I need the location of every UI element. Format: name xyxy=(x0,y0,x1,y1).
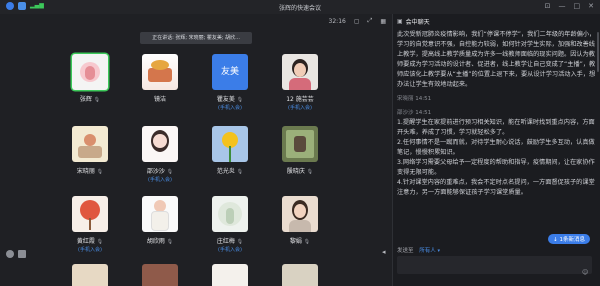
avatar xyxy=(282,196,318,232)
participant-name: 庄红梅 🎙 xyxy=(216,238,244,245)
collapse-panel-icon[interactable]: ◂ xyxy=(382,248,392,258)
join-method: (手机入会) xyxy=(148,177,172,183)
send-to-label: 发送至 xyxy=(397,248,414,254)
chat-messages: 此次受新冠肺炎疫情影响，我们“停课不停学”，我们二年级的年龄偏小，学习的自觉意识… xyxy=(397,30,596,252)
mic-icon: 🎙 xyxy=(96,239,104,245)
participant-tile[interactable]: 庄红梅 🎙 (手机入会) xyxy=(210,196,250,253)
participant-tile[interactable] xyxy=(210,264,250,286)
avatar xyxy=(72,264,108,286)
mic-icon: 🎙 xyxy=(306,169,314,175)
settings-icon[interactable] xyxy=(6,250,14,258)
meeting-toolbar: 32:16 ▢ ⤢ ▦ xyxy=(0,14,392,28)
participant-name: 殷晓庆 🎙 xyxy=(286,168,314,175)
chat-title: 会中聊天 xyxy=(405,18,430,26)
avatar: 友美 xyxy=(212,54,248,90)
fullscreen-icon[interactable]: ⤢ xyxy=(368,17,373,25)
maximize-icon[interactable]: □ xyxy=(574,2,581,10)
avatar xyxy=(282,264,318,286)
participant-tile[interactable]: 张辉 🎙 xyxy=(70,54,110,103)
new-message-badge[interactable]: ↓ 1条新消息 xyxy=(548,234,590,244)
join-method: (手机入会) xyxy=(218,105,242,111)
avatar xyxy=(142,126,178,162)
title-bar: ▂▄▆ 张辉的快速会议 ⊡ — □ ✕ xyxy=(0,0,600,14)
avatar xyxy=(72,196,108,232)
participant-name: 镜洁 xyxy=(153,96,166,103)
mic-icon: 🎙 xyxy=(236,97,244,103)
avatar xyxy=(72,126,108,162)
bottom-left-controls xyxy=(6,250,26,258)
participant-name: 黎娟 🎙 xyxy=(289,238,311,245)
send-to: 发送至 所有人 ▾ xyxy=(397,246,440,254)
participant-name: 宋晓丽 🎙 xyxy=(76,168,104,175)
mic-icon: 🎙 xyxy=(96,169,104,175)
window-controls: ⊡ — □ ✕ xyxy=(545,2,594,10)
participant-tile[interactable]: 黎娟 🎙 xyxy=(280,196,320,245)
message-meta: 邵沙沙 14:51 xyxy=(397,110,432,116)
avatar xyxy=(142,196,178,232)
participant-name: 12 施芸芸 xyxy=(286,96,314,103)
chat-message: 邵沙沙 14:51 1.提醒学生在家提前进行预习相关知识，能在听课时找到重点内容… xyxy=(397,108,596,198)
close-icon[interactable]: ✕ xyxy=(588,2,594,10)
chat-message: 宋晓丽 14:51 xyxy=(397,94,596,104)
participant-tile[interactable]: 友美 瞿友美 🎙 (手机入会) xyxy=(210,54,250,111)
chat-scrollbar[interactable] xyxy=(597,32,599,72)
speaking-indicator: 正在讲话: 张辉; 宋晓丽; 瞿友美; 胡欣... xyxy=(140,32,252,44)
avatar xyxy=(142,264,178,286)
keyboard-icon[interactable] xyxy=(18,250,26,258)
chat-header: ▣ 会中聊天 xyxy=(393,14,600,28)
meeting-timer: 32:16 xyxy=(328,17,346,25)
message-meta: 宋晓丽 14:51 xyxy=(397,96,432,102)
participant-tile[interactable]: 宋晓丽 🎙 xyxy=(70,126,110,175)
participant-name: 胡欣雨 🎙 xyxy=(146,238,174,245)
participant-tile[interactable]: 胡欣雨 🎙 xyxy=(140,196,180,245)
join-method: (手机入会) xyxy=(288,105,312,111)
mic-icon: 🎙 xyxy=(236,169,244,175)
participant-name: 范光炎 🎙 xyxy=(216,168,244,175)
pin-icon[interactable]: ⊡ xyxy=(545,2,551,10)
avatar xyxy=(212,126,248,162)
participant-tile[interactable]: 邵沙沙 🎙 (手机入会) xyxy=(140,126,180,183)
chat-icon: ▣ xyxy=(397,17,403,25)
grid-view-icon[interactable]: ▦ xyxy=(380,18,386,25)
mic-icon: 🎙 xyxy=(303,239,311,245)
avatar xyxy=(72,54,108,90)
participant-tile[interactable] xyxy=(280,264,320,286)
minimize-icon[interactable]: — xyxy=(559,2,566,10)
participant-tile[interactable] xyxy=(140,264,180,286)
message-text: 此次受新冠肺炎疫情影响，我们“停课不停学”，我们二年级的年龄偏小，学习的自觉意识… xyxy=(397,31,596,88)
send-to-select[interactable]: 所有人 xyxy=(419,248,436,254)
chat-input[interactable] xyxy=(397,256,592,274)
avatar xyxy=(142,54,178,90)
avatar xyxy=(282,54,318,90)
participant-name: 瞿友美 🎙 xyxy=(216,96,244,103)
participant-name: 黄红霞 🎙 xyxy=(76,238,104,245)
window-title: 张辉的快速会议 xyxy=(278,5,321,12)
avatar xyxy=(212,196,248,232)
mic-icon: 🎙 xyxy=(236,239,244,245)
participant-tile[interactable] xyxy=(70,264,110,286)
participant-tile[interactable]: 镜洁 xyxy=(140,54,180,103)
emoji-icon[interactable]: ☺ xyxy=(582,269,590,277)
participant-tile[interactable]: 范光炎 🎙 xyxy=(210,126,250,175)
mic-icon: 🎙 xyxy=(166,239,174,245)
avatar xyxy=(282,126,318,162)
mic-icon: 🎙 xyxy=(93,97,101,103)
join-method: (手机入会) xyxy=(78,247,102,253)
participant-tile[interactable]: 殷晓庆 🎙 xyxy=(280,126,320,175)
chevron-down-icon[interactable]: ▾ xyxy=(438,248,441,254)
participant-tile[interactable]: 12 施芸芸 (手机入会) xyxy=(280,54,320,111)
mic-icon: 🎙 xyxy=(166,169,174,175)
layout-icon[interactable]: ▢ xyxy=(354,18,360,25)
chat-panel: ▣ 会中聊天 此次受新冠肺炎疫情影响，我们“停课不停学”，我们二年级的年龄偏小，… xyxy=(392,14,600,286)
meeting-window: ▂▄▆ 张辉的快速会议 ⊡ — □ ✕ 32:16 ▢ ⤢ ▦ 正在讲话: 张辉… xyxy=(0,0,600,286)
join-method: (手机入会) xyxy=(218,247,242,253)
participant-name: 张辉 🎙 xyxy=(79,96,101,103)
message-text: 1.提醒学生在家提前进行预习相关知识，能在听课时找到重点内容，方面开头难，养成了… xyxy=(397,119,595,196)
participant-name: 邵沙沙 🎙 xyxy=(146,168,174,175)
avatar-initials: 友美 xyxy=(220,67,239,77)
chat-message: 此次受新冠肺炎疫情影响，我们“停课不停学”，我们二年级的年龄偏小，学习的自觉意识… xyxy=(397,30,596,90)
video-grid: 正在讲话: 张辉; 宋晓丽; 瞿友美; 胡欣... 张辉 🎙 镜洁 友美 瞿友美… xyxy=(0,28,392,286)
participant-tile[interactable]: 黄红霞 🎙 (手机入会) xyxy=(70,196,110,253)
avatar xyxy=(212,264,248,286)
